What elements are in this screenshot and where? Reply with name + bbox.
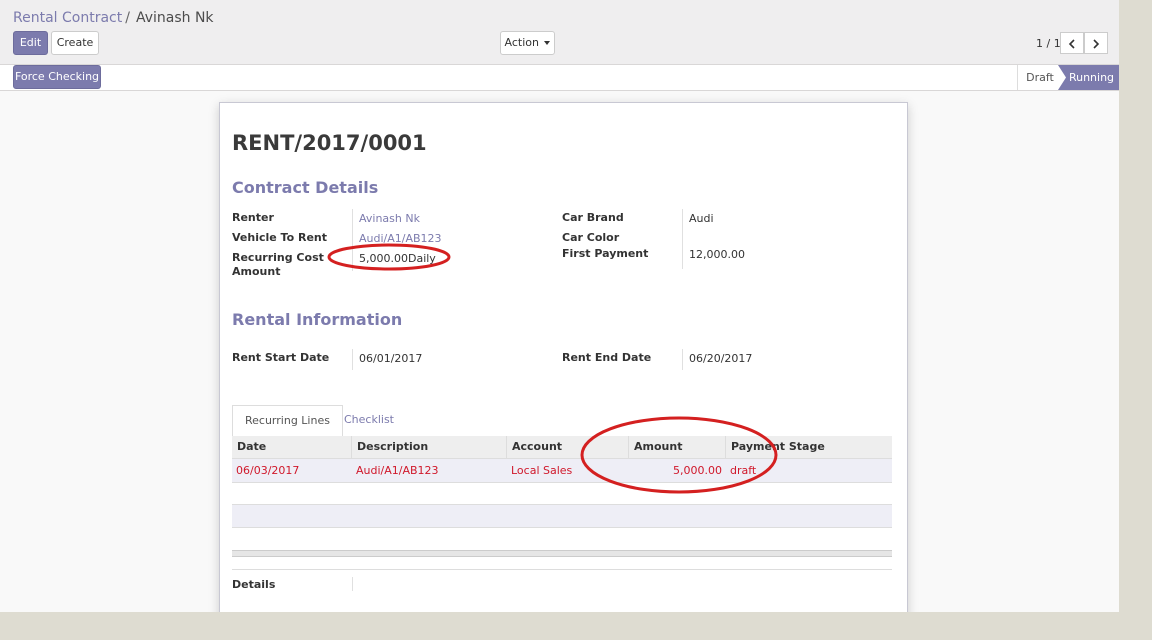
contract-details-heading: Contract Details	[232, 178, 379, 197]
force-checking-button[interactable]: Force Checking	[13, 65, 101, 89]
pager-value[interactable]: 1 / 1	[1036, 37, 1061, 50]
pager-previous-button[interactable]	[1060, 32, 1084, 54]
column-header-account[interactable]: Account	[507, 436, 629, 458]
breadcrumb-current: Avinash Nk	[135, 10, 214, 26]
record-title: RENT/2017/0001	[232, 131, 427, 155]
action-dropdown[interactable]: Action	[500, 31, 555, 55]
car-color-label: Car Color	[562, 231, 620, 244]
rent-end-label: Rent End Date	[562, 351, 652, 364]
column-header-description[interactable]: Description	[352, 436, 507, 458]
cell-amount: 5,000.00	[673, 464, 722, 477]
cell-account: Local Sales	[511, 464, 573, 477]
rental-information-heading: Rental Information	[232, 310, 403, 329]
vehicle-label: Vehicle To Rent	[232, 231, 328, 244]
recurring-cost-value: 5,000.00Daily	[359, 252, 436, 265]
chevron-left-icon	[1068, 38, 1075, 49]
breadcrumb-parent-link[interactable]: Rental Contract	[13, 10, 122, 26]
edit-button[interactable]: Edit	[13, 31, 48, 55]
action-label: Action	[504, 36, 539, 49]
cell-description: Audi/A1/AB123	[356, 464, 439, 477]
field-divider	[352, 209, 353, 271]
details-label: Details	[232, 578, 276, 591]
field-divider	[352, 577, 353, 591]
renter-link[interactable]: Avinash Nk	[359, 212, 420, 225]
car-brand-value: Audi	[689, 212, 714, 225]
create-button[interactable]: Create	[51, 31, 99, 55]
cell-date: 06/03/2017	[236, 464, 300, 477]
column-header-date[interactable]: Date	[232, 436, 352, 458]
cell-payment-stage: draft	[730, 464, 757, 477]
rent-end-value: 06/20/2017	[689, 352, 753, 365]
table-header: Date Description Account Amount Payment …	[232, 436, 892, 459]
car-brand-label: Car Brand	[562, 211, 624, 224]
stage-draft[interactable]: Draft	[1017, 65, 1062, 90]
column-header-payment-stage[interactable]: Payment Stage	[726, 436, 892, 458]
form-sheet: RENT/2017/0001 Contract Details Renter V…	[219, 102, 908, 612]
chevron-right-icon	[1093, 38, 1100, 49]
recurring-cost-label: Recurring Cost	[232, 251, 324, 264]
pager-next-button[interactable]	[1084, 32, 1108, 54]
rent-start-label: Rent Start Date	[232, 351, 330, 364]
table-empty-row	[232, 504, 892, 528]
recurring-amount: 5,000.00	[359, 252, 408, 265]
recurring-cost-label-line2: Amount	[232, 265, 281, 278]
field-divider	[682, 209, 683, 269]
caret-down-icon	[544, 41, 551, 45]
tab-recurring-lines[interactable]: Recurring Lines	[232, 405, 343, 437]
breadcrumb-separator: /	[125, 10, 130, 26]
separator	[232, 569, 892, 570]
renter-label: Renter	[232, 211, 274, 224]
table-footer	[232, 550, 892, 557]
table-row[interactable]: 06/03/2017 Audi/A1/AB123 Local Sales 5,0…	[232, 459, 892, 483]
status-bar: Force Checking Draft Running	[0, 65, 1119, 91]
rent-start-value: 06/01/2017	[359, 352, 423, 365]
first-payment-label: First Payment	[562, 247, 649, 260]
column-header-amount[interactable]: Amount	[629, 436, 726, 458]
breadcrumb: Rental Contract / Avinash Nk	[13, 10, 214, 26]
stage-running[interactable]: Running	[1058, 65, 1119, 90]
first-payment-value: 12,000.00	[689, 248, 745, 261]
form-view: Rental Contract / Avinash Nk Edit Create A…	[0, 0, 1119, 612]
tab-checklist[interactable]: Checklist	[332, 405, 406, 437]
recurring-period: Daily	[407, 252, 436, 265]
control-panel: Rental Contract / Avinash Nk Edit Create A…	[0, 0, 1119, 65]
field-divider	[352, 349, 353, 370]
vehicle-link[interactable]: Audi/A1/AB123	[359, 232, 442, 245]
field-divider	[682, 349, 683, 370]
